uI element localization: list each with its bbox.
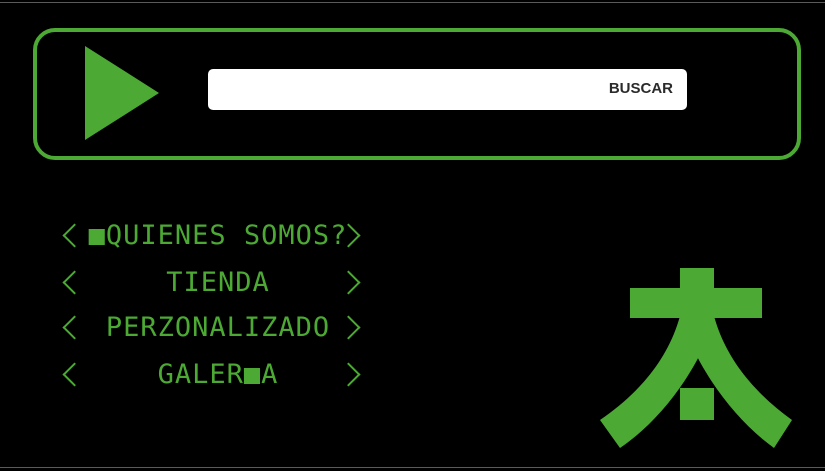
bottom-divider — [0, 467, 825, 468]
chevron-left-icon — [62, 270, 87, 295]
menu-item-tienda[interactable]: TIENDA — [56, 268, 366, 308]
search-bar: BUSCAR — [208, 69, 687, 110]
menu-item-label: GALER■A — [157, 359, 279, 390]
chevron-left-icon — [62, 362, 87, 387]
search-input[interactable] — [218, 75, 602, 106]
play-icon[interactable] — [85, 46, 159, 140]
menu-item-quienes-somos[interactable]: ■QUIENES SOMOS? — [56, 221, 366, 261]
menu-item-perzonalizado[interactable]: PERZONALIZADO — [56, 313, 366, 353]
menu-item-galeria[interactable]: GALER■A — [56, 360, 366, 400]
search-button[interactable]: BUSCAR — [609, 80, 673, 97]
menu-item-label: PERZONALIZADO — [105, 312, 331, 343]
chevron-left-icon — [62, 223, 87, 248]
chevron-left-icon — [62, 315, 87, 340]
logo-icon — [600, 268, 792, 448]
top-divider — [0, 2, 825, 3]
menu-item-label: ■QUIENES SOMOS? — [88, 220, 348, 251]
menu-item-label: TIENDA — [166, 267, 270, 298]
